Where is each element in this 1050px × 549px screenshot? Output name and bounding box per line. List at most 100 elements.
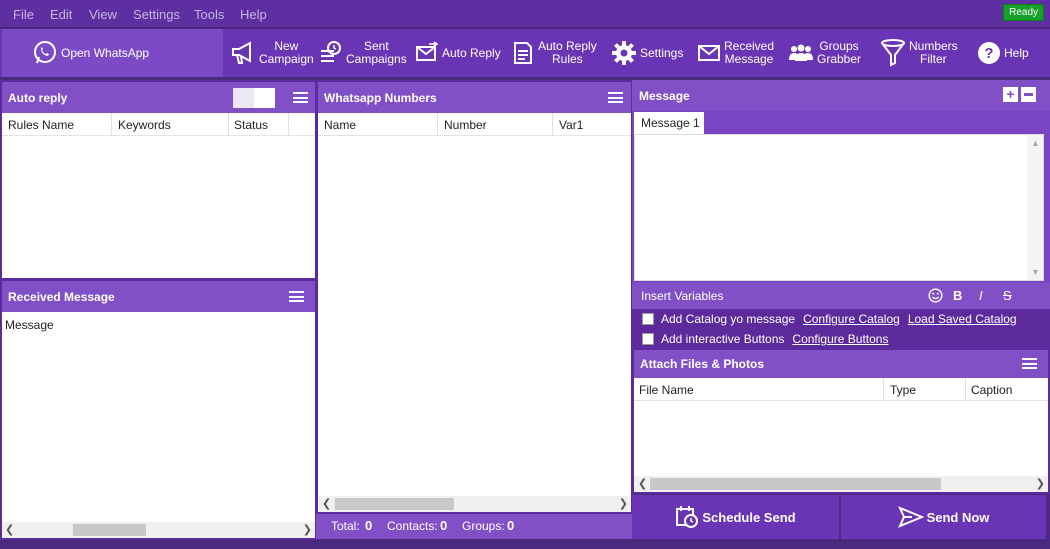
attach-files-header: Attach Files & Photos	[634, 350, 1048, 378]
menu-view[interactable]: View	[89, 7, 117, 22]
settings-button[interactable]: Settings	[611, 29, 683, 77]
col-var1[interactable]: Var1	[559, 118, 583, 132]
add-buttons-checkbox[interactable]	[642, 333, 654, 345]
toolbar: Open WhatsApp New Campaign Sent Campaigns …	[0, 29, 1050, 77]
add-buttons-row: Add interactive Buttons Configure Button…	[642, 332, 888, 346]
add-catalog-checkbox[interactable]	[642, 313, 654, 325]
sent-campaigns-label-2: Campaigns	[346, 52, 407, 66]
scroll-left-icon[interactable]: ❮	[322, 497, 331, 510]
bold-button[interactable]: B	[953, 288, 962, 303]
menu-icon[interactable]	[608, 92, 623, 103]
scroll-down-icon[interactable]: ▼	[1031, 267, 1040, 277]
auto-reply-rules-label-2: Rules	[552, 52, 583, 66]
col-caption[interactable]: Caption	[971, 383, 1012, 397]
configure-buttons-link[interactable]: Configure Buttons	[792, 332, 888, 346]
auto-reply-toggle[interactable]	[233, 88, 275, 108]
message-textarea[interactable]: ▲ ▼	[634, 134, 1044, 281]
total-value: 0	[365, 518, 373, 533]
schedule-send-button[interactable]: Schedule Send	[632, 495, 839, 539]
menu-icon[interactable]	[293, 92, 308, 103]
scroll-left-icon[interactable]: ❮	[5, 523, 14, 536]
whatsapp-numbers-panel: Whatsapp Numbers Name Number Var1 ❮ ❯	[316, 80, 633, 514]
attach-files-panel: Attach Files & Photos File Name Type Cap…	[632, 348, 1050, 494]
attach-horizontal-scrollbar[interactable]: ❮ ❯	[634, 476, 1048, 492]
message-panel: Message + Message 1 ▲ ▼ Insert Variables…	[632, 80, 1050, 350]
scroll-right-icon[interactable]: ❯	[619, 497, 628, 510]
menu-tools[interactable]: Tools	[194, 7, 224, 22]
auto-reply-panel: Auto reply Rules Name Keywords Status	[0, 80, 317, 280]
received-message-label-2: Message	[724, 52, 774, 66]
col-message[interactable]: Message	[5, 318, 54, 332]
scroll-thumb[interactable]	[650, 478, 941, 490]
send-icon	[897, 506, 924, 528]
received-message-panel: Received Message Message ❮ ❯	[0, 279, 317, 540]
numbers-filter-button[interactable]: Numbers Filter	[880, 29, 958, 77]
col-status[interactable]: Status	[234, 118, 268, 132]
emoji-icon[interactable]	[928, 288, 943, 303]
help-button[interactable]: ? Help	[977, 29, 1029, 77]
insert-variables-button[interactable]: Insert Variables	[641, 289, 723, 303]
add-catalog-label: Add Catalog yo message	[661, 312, 796, 326]
col-number[interactable]: Number	[444, 118, 487, 132]
clock-list-icon	[321, 41, 341, 62]
group-icon	[789, 44, 813, 61]
menu-help[interactable]: Help	[240, 7, 267, 22]
scroll-right-icon[interactable]: ❯	[303, 523, 312, 536]
col-file-name[interactable]: File Name	[639, 383, 694, 397]
add-buttons-label: Add interactive Buttons	[661, 332, 785, 346]
menu-file[interactable]: File	[13, 7, 34, 22]
add-message-icon[interactable]: +	[1003, 87, 1018, 102]
message-vertical-scrollbar[interactable]: ▲ ▼	[1027, 135, 1043, 280]
col-rules-name[interactable]: Rules Name	[8, 118, 74, 132]
numbers-footer: Total: 0 Contacts: 0 Groups: 0	[316, 514, 633, 539]
col-keywords[interactable]: Keywords	[118, 118, 171, 132]
menu-icon[interactable]	[289, 291, 304, 302]
auto-reply-rules-button[interactable]: Auto Reply Rules	[511, 29, 597, 77]
auto-reply-button[interactable]: Auto Reply	[415, 29, 501, 77]
tab-message-1[interactable]: Message 1	[634, 112, 704, 134]
menu-icon[interactable]	[1022, 358, 1037, 369]
funnel-icon	[881, 39, 905, 67]
contacts-label: Contacts:	[387, 519, 438, 533]
contacts-value: 0	[440, 518, 448, 533]
message-title: Message	[639, 89, 690, 103]
whatsapp-numbers-title: Whatsapp Numbers	[324, 91, 437, 105]
new-campaign-button[interactable]: New Campaign	[230, 29, 314, 77]
envelope-reply-icon	[416, 41, 439, 61]
scroll-right-icon[interactable]: ❯	[1036, 477, 1045, 490]
scroll-left-icon[interactable]: ❮	[638, 477, 647, 490]
menu-settings[interactable]: Settings	[133, 7, 180, 22]
open-whatsapp-content[interactable]: Open WhatsApp	[32, 29, 149, 77]
received-horizontal-scrollbar[interactable]: ❮ ❯	[2, 522, 315, 538]
numbers-table-header: Name Number Var1	[318, 113, 631, 136]
open-whatsapp-label: Open WhatsApp	[61, 45, 150, 60]
col-name[interactable]: Name	[324, 118, 356, 132]
strikethrough-button[interactable]: S	[1003, 288, 1012, 303]
svg-text:?: ?	[984, 45, 993, 62]
load-saved-catalog-link[interactable]: Load Saved Catalog	[908, 312, 1017, 326]
formatting-bar: Insert Variables B I S	[632, 283, 1050, 309]
attach-table-header: File Name Type Caption	[634, 378, 1048, 401]
col-type[interactable]: Type	[890, 383, 916, 397]
remove-message-icon[interactable]	[1021, 87, 1036, 102]
groups-grabber-button[interactable]: Groups Grabber	[788, 29, 861, 77]
menu-bar: File Edit View Settings Tools Help Ready	[0, 0, 1050, 28]
scroll-up-icon[interactable]: ▲	[1031, 138, 1040, 148]
numbers-horizontal-scrollbar[interactable]: ❮ ❯	[318, 496, 631, 512]
configure-catalog-link[interactable]: Configure Catalog	[803, 312, 900, 326]
scroll-thumb[interactable]	[73, 524, 146, 536]
question-icon: ?	[978, 42, 1000, 64]
attach-files-title: Attach Files & Photos	[640, 357, 765, 371]
scroll-thumb[interactable]	[335, 498, 454, 510]
send-now-label: Send Now	[926, 509, 990, 525]
settings-label: Settings	[640, 45, 684, 60]
schedule-send-label: Schedule Send	[702, 509, 796, 525]
received-message-button[interactable]: Received Message	[697, 29, 774, 77]
italic-button[interactable]: I	[979, 288, 983, 303]
send-now-button[interactable]: Send Now	[841, 495, 1046, 539]
sent-campaigns-button[interactable]: Sent Campaigns	[319, 29, 407, 77]
groups-label: Groups:	[462, 519, 505, 533]
open-whatsapp-button[interactable]: Open WhatsApp	[2, 29, 223, 77]
menu-edit[interactable]: Edit	[50, 7, 72, 22]
auto-reply-title: Auto reply	[8, 91, 68, 105]
